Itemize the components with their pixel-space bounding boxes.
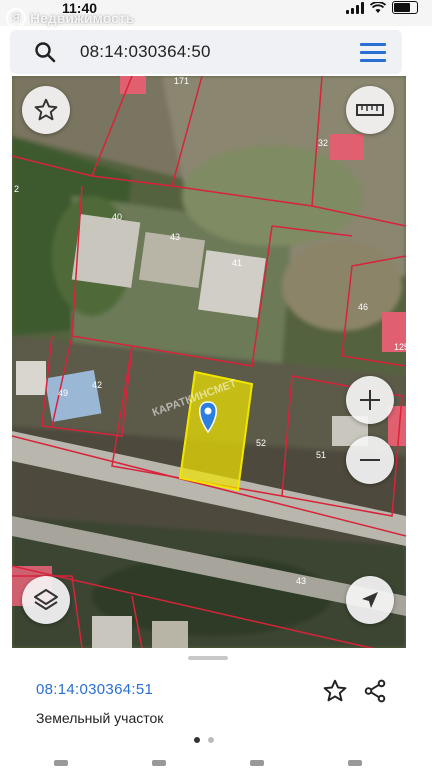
search-icon[interactable] <box>34 41 56 63</box>
map-view[interactable]: 171 32 40 43 41 46 125 49 42 52 51 43 2 … <box>12 76 406 648</box>
zoom-out-button[interactable] <box>346 436 394 484</box>
parcel-label: 32 <box>318 138 328 148</box>
page-dot-active <box>194 737 200 743</box>
zoom-out-icon <box>360 459 380 461</box>
my-location-button[interactable] <box>346 576 394 624</box>
status-time: 11:40 <box>62 0 98 16</box>
parcel-label: 171 <box>174 76 189 86</box>
cadastral-number[interactable]: 08:14:030364:51 <box>36 681 153 698</box>
zoom-in-icon <box>360 390 380 410</box>
battery-icon <box>392 1 418 14</box>
ruler-button[interactable] <box>346 86 394 134</box>
yandex-logo: Я <box>6 8 26 28</box>
sheet-grabber[interactable] <box>188 656 228 660</box>
parcel-label: 51 <box>316 450 326 460</box>
parcel-label: 43 <box>170 232 180 242</box>
share-icon[interactable] <box>362 678 388 704</box>
location-arrow-icon <box>362 592 378 608</box>
parcel-label: 125 <box>394 342 406 352</box>
parcel-label: 41 <box>232 258 242 268</box>
star-icon <box>34 98 58 121</box>
layers-icon <box>34 589 58 610</box>
status-indicators <box>346 1 418 14</box>
favorite-button[interactable] <box>22 86 70 134</box>
cellular-signal-icon <box>346 1 364 14</box>
wifi-icon <box>370 1 386 13</box>
page-dot <box>208 737 214 743</box>
page-indicator <box>194 737 214 743</box>
parcel-label: 46 <box>358 302 368 312</box>
parcel-label: 2 <box>14 184 19 194</box>
parcel-label: 52 <box>256 438 266 448</box>
parcel-label: 49 <box>58 388 68 398</box>
layers-button[interactable] <box>22 576 70 624</box>
ruler-icon <box>356 104 384 116</box>
star-icon[interactable] <box>322 678 348 704</box>
status-bar: Я Недвижимость 11:40 <box>0 0 432 28</box>
object-card[interactable]: 08:14:030364:51 Земельный участок <box>12 648 404 768</box>
search-input[interactable]: 08:14:030364:50 <box>80 42 211 62</box>
zoom-in-button[interactable] <box>346 376 394 424</box>
satellite-map[interactable]: 171 32 40 43 41 46 125 49 42 52 51 43 2 … <box>12 76 406 648</box>
parcel-label: 40 <box>112 212 122 222</box>
parcel-label: 43 <box>296 576 306 586</box>
object-type-label: Земельный участок <box>36 710 164 726</box>
bottom-toolbar-peek <box>12 760 404 768</box>
menu-icon[interactable] <box>360 43 386 67</box>
parcel-label: 42 <box>92 380 102 390</box>
search-bar[interactable]: 08:14:030364:50 <box>10 30 402 74</box>
